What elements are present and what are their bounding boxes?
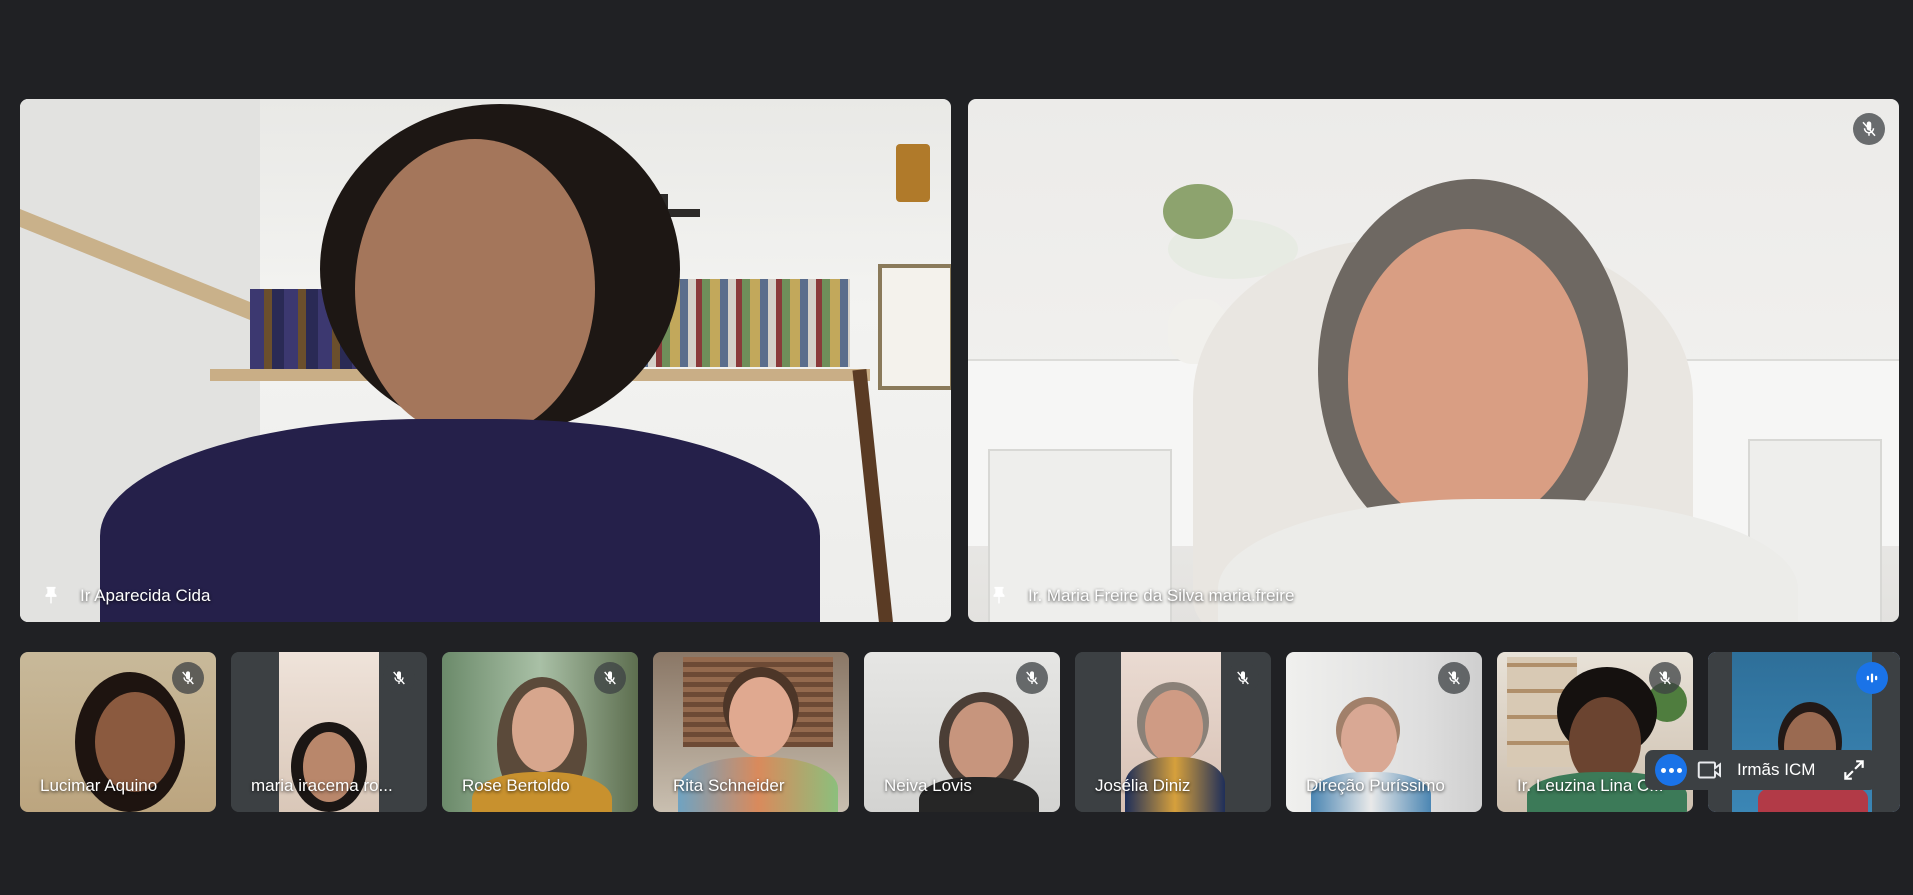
participant-name: Ir Aparecida Cida bbox=[80, 586, 211, 605]
participant-name: Josélia Diniz bbox=[1095, 776, 1191, 795]
mic-off-icon bbox=[1438, 662, 1470, 694]
video-feed bbox=[20, 99, 951, 622]
pin-icon[interactable] bbox=[988, 584, 1010, 608]
participant-name: maria iracema ro... bbox=[251, 776, 393, 795]
expand-icon[interactable] bbox=[1841, 757, 1867, 783]
participant-name: Rita Schneider bbox=[673, 776, 785, 795]
self-view-overlay: Irmãs ICM bbox=[1645, 750, 1877, 790]
participant-name: Rose Bertoldo bbox=[462, 776, 570, 795]
mic-off-icon bbox=[1649, 662, 1681, 694]
thumb-tile-rita[interactable]: Rita Schneider bbox=[653, 652, 849, 812]
thumb-tile-rose[interactable]: Rose Bertoldo bbox=[442, 652, 638, 812]
more-options-button[interactable] bbox=[1655, 754, 1687, 786]
thumb-tile-direcao[interactable]: Direção Puríssimo bbox=[1286, 652, 1482, 812]
camera-icon[interactable] bbox=[1695, 755, 1725, 785]
mic-off-icon bbox=[1016, 662, 1048, 694]
mic-off-icon bbox=[594, 662, 626, 694]
mic-off-icon bbox=[1853, 113, 1885, 145]
mic-off-icon bbox=[172, 662, 204, 694]
video-feed bbox=[968, 99, 1899, 622]
participant-name: Direção Puríssimo bbox=[1306, 776, 1445, 795]
audio-level-icon bbox=[1856, 662, 1888, 694]
thumb-tile-lucimar[interactable]: Lucimar Aquino bbox=[20, 652, 216, 812]
video-tile-aparecida[interactable]: Ir Aparecida Cida bbox=[20, 99, 951, 622]
mic-off-icon bbox=[1227, 662, 1259, 694]
overlay-label: Irmãs ICM bbox=[1737, 760, 1816, 779]
thumb-tile-neiva[interactable]: Neiva Lovis bbox=[864, 652, 1060, 812]
pin-icon[interactable] bbox=[40, 584, 62, 608]
participant-name: Neiva Lovis bbox=[884, 776, 972, 795]
thumb-tile-maria-iracema[interactable]: maria iracema ro... bbox=[231, 652, 427, 812]
video-tile-maria-freire[interactable]: Ir. Maria Freire da Silva maria.freire bbox=[968, 99, 1899, 622]
participant-name: Ir. Maria Freire da Silva maria.freire bbox=[1028, 586, 1295, 605]
thumb-tile-joselia[interactable]: Josélia Diniz bbox=[1075, 652, 1271, 812]
mic-off-icon bbox=[383, 662, 415, 694]
participant-name: Lucimar Aquino bbox=[40, 776, 158, 795]
participant-name: Ir. Leuzina Lina C... bbox=[1517, 776, 1664, 795]
